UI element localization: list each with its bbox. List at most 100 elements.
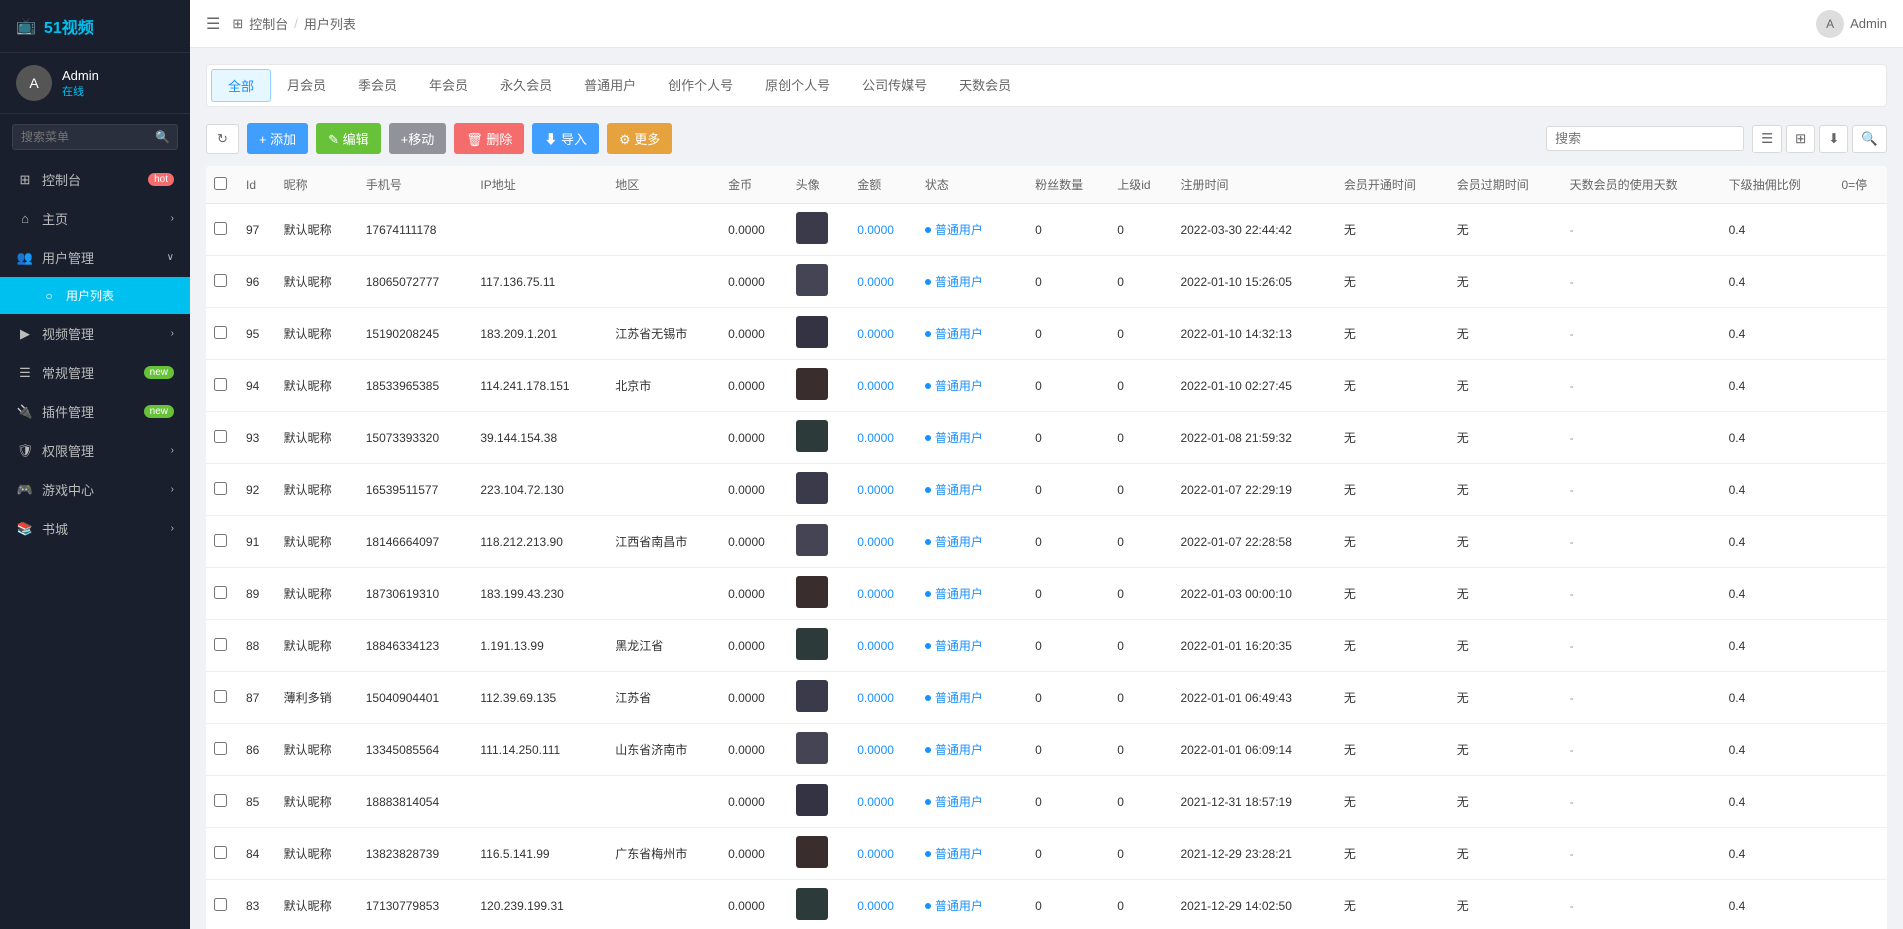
tab-permanent[interactable]: 永久会员	[484, 69, 568, 102]
move-button[interactable]: +移动	[389, 123, 447, 154]
amount-link[interactable]: 0.0000	[857, 795, 894, 809]
more-button[interactable]: ⚙ 更多	[607, 123, 672, 154]
grid-view-button[interactable]: ⊞	[1786, 125, 1815, 153]
cell-tianshu-days: -	[1562, 776, 1721, 828]
cell-region	[607, 464, 720, 516]
tab-all[interactable]: 全部	[211, 69, 271, 102]
amount-link[interactable]: 0.0000	[857, 275, 894, 289]
search-action-button[interactable]: 🔍	[1852, 125, 1887, 153]
search-input[interactable]	[1555, 131, 1735, 146]
tab-normal[interactable]: 普通用户	[568, 69, 652, 102]
menu-toggle-icon[interactable]: ☰	[206, 14, 220, 34]
row-checkbox[interactable]	[214, 742, 227, 755]
amount-link[interactable]: 0.0000	[857, 639, 894, 653]
tab-quarterly[interactable]: 季会员	[342, 69, 413, 102]
cell-parent-id: 0	[1109, 516, 1172, 568]
status-badge: 普通用户	[925, 221, 983, 238]
select-all-checkbox[interactable]	[214, 177, 227, 190]
cell-status: 普通用户	[917, 256, 1027, 308]
row-checkbox[interactable]	[214, 898, 227, 911]
row-checkbox[interactable]	[214, 846, 227, 859]
cell-amount[interactable]: 0.0000	[849, 776, 917, 828]
amount-link[interactable]: 0.0000	[857, 743, 894, 757]
sidebar-item-general-management[interactable]: ☰ 常规管理 new	[0, 353, 190, 392]
amount-link[interactable]: 0.0000	[857, 223, 894, 237]
amount-link[interactable]: 0.0000	[857, 691, 894, 705]
sidebar-logo: 📺 51视频	[0, 0, 190, 53]
cell-parent-id: 0	[1109, 360, 1172, 412]
tab-original-personal[interactable]: 原创个人号	[749, 69, 846, 102]
cell-status: 普通用户	[917, 516, 1027, 568]
edit-button[interactable]: ✎ 编辑	[316, 123, 381, 154]
amount-link[interactable]: 0.0000	[857, 483, 894, 497]
amount-link[interactable]: 0.0000	[857, 327, 894, 341]
table-row: 91 默认昵称 18146664097 118.212.213.90 江西省南昌…	[206, 516, 1887, 568]
row-checkbox[interactable]	[214, 638, 227, 651]
cell-member-start: 无	[1336, 776, 1449, 828]
cell-amount[interactable]: 0.0000	[849, 828, 917, 880]
tab-tianshu[interactable]: 天数会员	[943, 69, 1027, 102]
row-checkbox[interactable]	[214, 482, 227, 495]
sidebar-item-video-management[interactable]: ▶ 视频管理 ›	[0, 314, 190, 353]
status-dot	[925, 643, 931, 649]
sidebar-search-input[interactable]	[12, 124, 178, 150]
cell-amount[interactable]: 0.0000	[849, 672, 917, 724]
row-checkbox[interactable]	[214, 274, 227, 287]
list-view-button[interactable]: ☰	[1752, 125, 1782, 153]
cell-amount[interactable]: 0.0000	[849, 516, 917, 568]
cell-region	[607, 256, 720, 308]
sidebar-item-dashboard[interactable]: ⊞ 控制台 hot	[0, 160, 190, 199]
cell-amount[interactable]: 0.0000	[849, 464, 917, 516]
row-checkbox[interactable]	[214, 534, 227, 547]
delete-button[interactable]: 🗑 删除	[454, 123, 524, 154]
dashboard-icon: ⊞	[16, 172, 34, 188]
refresh-button[interactable]: ↻	[206, 124, 239, 154]
sidebar-item-user-list[interactable]: ○ 用户列表	[0, 277, 190, 314]
amount-link[interactable]: 0.0000	[857, 431, 894, 445]
cell-amount[interactable]: 0.0000	[849, 256, 917, 308]
cell-amount[interactable]: 0.0000	[849, 204, 917, 256]
amount-link[interactable]: 0.0000	[857, 379, 894, 393]
sidebar-item-user-management[interactable]: 👥 用户管理 ∨	[0, 238, 190, 277]
sidebar-item-game-center[interactable]: 🎮 游戏中心 ›	[0, 470, 190, 509]
tab-monthly[interactable]: 月会员	[271, 69, 342, 102]
cell-amount[interactable]: 0.0000	[849, 308, 917, 360]
cell-status: 普通用户	[917, 724, 1027, 776]
row-checkbox[interactable]	[214, 430, 227, 443]
cell-amount[interactable]: 0.0000	[849, 724, 917, 776]
amount-link[interactable]: 0.0000	[857, 847, 894, 861]
add-button[interactable]: + 添加	[247, 123, 308, 154]
cell-parent-id: 0	[1109, 568, 1172, 620]
row-checkbox[interactable]	[214, 222, 227, 235]
cell-fans: 0	[1027, 620, 1109, 672]
row-checkbox[interactable]	[214, 690, 227, 703]
cell-member-start: 无	[1336, 256, 1449, 308]
tab-creator-personal[interactable]: 创作个人号	[652, 69, 749, 102]
row-checkbox[interactable]	[214, 794, 227, 807]
row-checkbox[interactable]	[214, 586, 227, 599]
cell-commission: 0.4	[1721, 880, 1834, 929]
cell-checkbox	[206, 672, 238, 724]
cell-amount[interactable]: 0.0000	[849, 360, 917, 412]
cell-fans: 0	[1027, 880, 1109, 929]
tab-annual[interactable]: 年会员	[413, 69, 484, 102]
row-checkbox[interactable]	[214, 378, 227, 391]
import-button[interactable]: ⬇ 导入	[532, 123, 599, 154]
amount-link[interactable]: 0.0000	[857, 899, 894, 913]
sidebar-item-plugin-management[interactable]: 🔌 插件管理 new	[0, 392, 190, 431]
cell-amount[interactable]: 0.0000	[849, 412, 917, 464]
cell-amount[interactable]: 0.0000	[849, 568, 917, 620]
cell-coins: 0.0000	[720, 360, 788, 412]
row-checkbox[interactable]	[214, 326, 227, 339]
cell-amount[interactable]: 0.0000	[849, 880, 917, 929]
status-badge: 普通用户	[925, 481, 983, 498]
tab-company-media[interactable]: 公司传媒号	[846, 69, 943, 102]
amount-link[interactable]: 0.0000	[857, 587, 894, 601]
sidebar-item-permission-management[interactable]: 🛡 权限管理 ›	[0, 431, 190, 470]
sidebar-item-home[interactable]: ⌂ 主页 ›	[0, 199, 190, 238]
user-avatar-img	[796, 472, 828, 504]
amount-link[interactable]: 0.0000	[857, 535, 894, 549]
cell-amount[interactable]: 0.0000	[849, 620, 917, 672]
export-button[interactable]: ⬇	[1819, 125, 1848, 153]
sidebar-item-bookstore[interactable]: 📚 书城 ›	[0, 509, 190, 548]
